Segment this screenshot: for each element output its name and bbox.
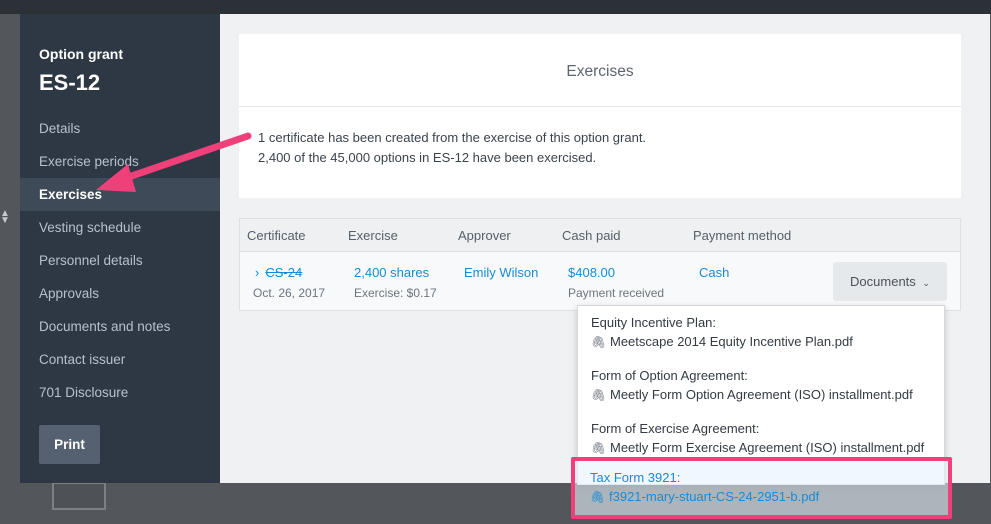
card-title: Exercises (239, 34, 961, 107)
table-row: › CS-24 Oct. 26, 2017 2,400 shares Exerci… (240, 252, 960, 310)
column-header-exercise: Exercise (348, 228, 398, 243)
document-group-option-agreement: Form of Option Agreement: 🖇 Meetly Form O… (591, 366, 943, 405)
sidebar-item-exercises[interactable]: Exercises (20, 178, 220, 211)
summary-line-2: 2,400 of the 45,000 options in ES-12 hav… (258, 150, 597, 165)
document-label: Tax Form 3921: (590, 470, 681, 485)
document-file-name: Meetscape 2014 Equity Incentive Plan.pdf (610, 334, 853, 349)
print-button[interactable]: Print (39, 425, 100, 464)
documents-button-label: Documents (850, 274, 916, 289)
documents-dropdown-button[interactable]: Documents ⌄ (833, 262, 947, 301)
sidebar-item-documents-and-notes[interactable]: Documents and notes (20, 310, 220, 343)
column-header-cash-paid: Cash paid (562, 228, 621, 243)
certificate-link[interactable]: CS-24 (265, 265, 302, 280)
document-file-name: f3921-mary-stuart-CS-24-2951-b.pdf (609, 489, 820, 504)
paperclip-icon: 🖇 (591, 335, 607, 349)
document-group-tax-form: Tax Form 3921: 🖇 f3921-mary-stuart-CS-24-… (590, 468, 942, 507)
exercise-price: Exercise: $0.17 (354, 286, 437, 300)
document-label: Equity Incentive Plan: (591, 315, 717, 330)
sidebar-item-contact-issuer[interactable]: Contact issuer (20, 343, 220, 376)
paperclip-icon: 🖇 (591, 388, 607, 402)
document-group-equity-plan: Equity Incentive Plan: 🖇 Meetscape 2014 E… (591, 313, 943, 352)
backdrop-stepper-icon: ▲ ▼ (0, 208, 10, 226)
exercise-shares-link[interactable]: 2,400 shares (354, 265, 429, 280)
sidebar-item-personnel-details[interactable]: Personnel details (20, 244, 220, 277)
sidebar-item-exercise-periods[interactable]: Exercise periods (20, 145, 220, 178)
column-header-certificate: Certificate (247, 228, 306, 243)
sidebar-item-details[interactable]: Details (20, 112, 220, 145)
certificate-date: Oct. 26, 2017 (253, 286, 326, 300)
sidebar-item-vesting-schedule[interactable]: Vesting schedule (20, 211, 220, 244)
document-file-name: Meetly Form Exercise Agreement (ISO) ins… (610, 440, 925, 455)
chevron-right-icon: › (255, 265, 260, 280)
paperclip-icon: 🖇 (590, 490, 606, 504)
card-body: 1 certificate has been created from the … (239, 107, 961, 168)
document-file-link[interactable]: 🖇 Meetly Form Option Agreement (ISO) inst… (591, 385, 943, 405)
document-file-link[interactable]: 🖇 Meetscape 2014 Equity Incentive Plan.pd… (591, 332, 943, 352)
sidebar-item-701-disclosure[interactable]: 701 Disclosure (20, 376, 220, 409)
approver-link[interactable]: Emily Wilson (464, 265, 538, 280)
tax-form-highlight-box: Tax Form 3921: 🖇 f3921-mary-stuart-CS-24-… (571, 457, 952, 519)
payment-status: Payment received (568, 286, 665, 300)
payment-method-link[interactable]: Cash (699, 265, 729, 280)
paperclip-icon: 🖇 (591, 441, 607, 455)
app-top-bar (0, 0, 991, 14)
column-header-approver: Approver (458, 228, 511, 243)
document-label: Form of Exercise Agreement: (591, 421, 760, 436)
sidebar-nav: Details Exercise periods Exercises Vesti… (20, 112, 220, 409)
grant-title: ES-12 (39, 70, 101, 95)
document-file-name: Meetly Form Option Agreement (ISO) insta… (610, 387, 913, 402)
sidebar-item-approvals[interactable]: Approvals (20, 277, 220, 310)
document-label: Form of Option Agreement: (591, 368, 748, 383)
document-file-link[interactable]: 🖇 Meetly Form Exercise Agreement (ISO) in… (591, 438, 943, 458)
chevron-down-icon: ⌄ (922, 278, 930, 288)
grant-kicker: Option grant (39, 46, 123, 62)
certificate-cell[interactable]: › CS-24 (255, 265, 302, 280)
backdrop-box (52, 482, 106, 510)
table-header: Certificate Exercise Approver Cash paid … (240, 219, 960, 252)
summary-line-1: 1 certificate has been created from the … (258, 130, 647, 145)
sidebar: Option grant ES-12 Details Exercise peri… (20, 14, 220, 483)
column-header-payment-method: Payment method (693, 228, 792, 243)
exercises-table: Certificate Exercise Approver Cash paid … (239, 218, 961, 311)
exercises-summary-card: Exercises 1 certificate has been created… (239, 34, 961, 198)
tax-form-file-link[interactable]: 🖇 f3921-mary-stuart-CS-24-2951-b.pdf (590, 487, 942, 507)
document-group-exercise-agreement: Form of Exercise Agreement: 🖇 Meetly Form… (591, 419, 943, 458)
cash-paid-link[interactable]: $408.00 (568, 265, 615, 280)
